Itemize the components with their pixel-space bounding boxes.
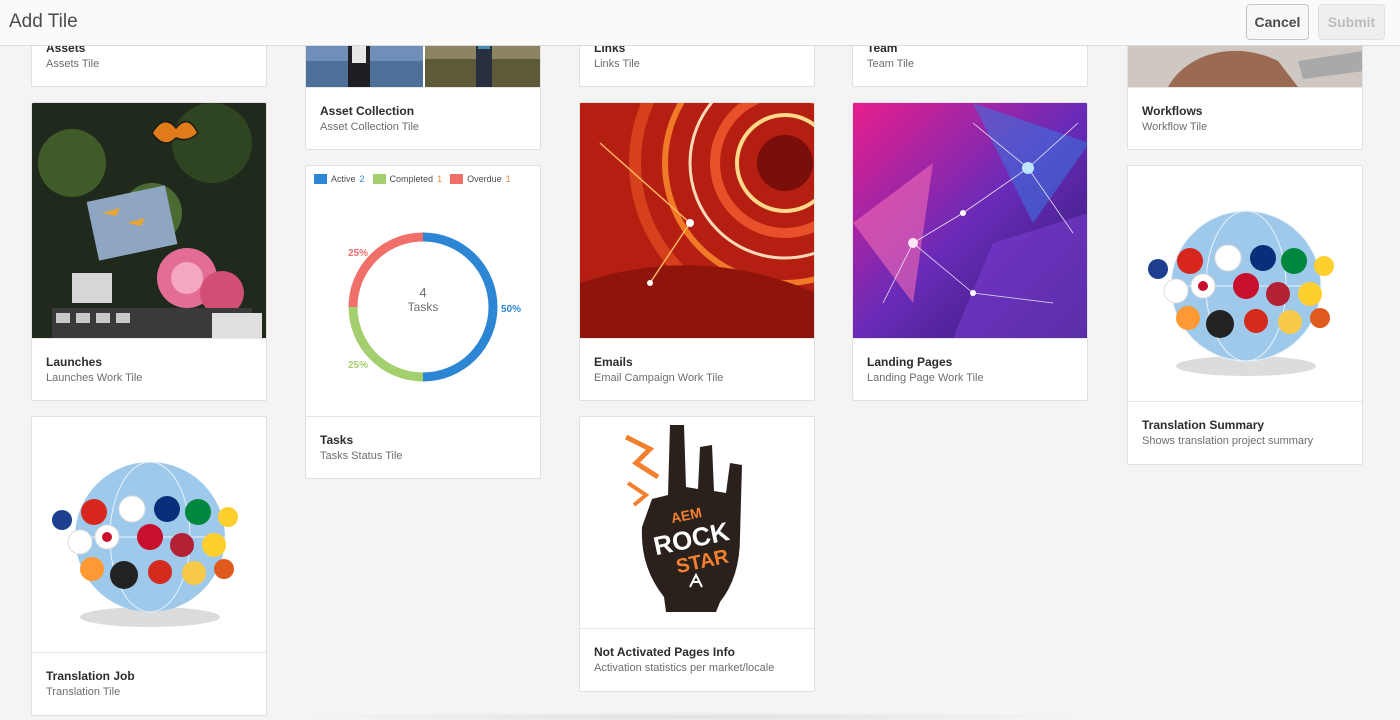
tile-subtitle: Landing Page Work Tile bbox=[867, 372, 984, 384]
launches-thumbnail bbox=[32, 103, 266, 338]
donut-center-value: 4 bbox=[419, 285, 426, 300]
tile-subtitle: Links Tile bbox=[594, 58, 640, 70]
tasks-donut-chart: 4 Tasks 50% 25% 25% bbox=[348, 232, 521, 382]
thumbnail-divider bbox=[580, 628, 814, 629]
tile-title: Landing Pages bbox=[867, 355, 953, 369]
tile-subtitle: Activation statistics per market/locale bbox=[594, 662, 775, 674]
tile-translation-summary[interactable]: Translation Summary Shows translation pr… bbox=[1127, 165, 1363, 465]
thumbnail-divider bbox=[306, 416, 540, 417]
thumbnail-divider bbox=[306, 87, 540, 88]
tile-title: Translation Job bbox=[46, 669, 135, 683]
rock-star-thumbnail: AEM ROCK STAR bbox=[580, 417, 814, 628]
tile-translation-job[interactable]: Translation Job Translation Tile bbox=[31, 416, 267, 716]
translation-summary-thumbnail bbox=[1128, 166, 1362, 401]
tile-title: Asset Collection bbox=[320, 104, 415, 118]
tile-subtitle: Translation Tile bbox=[46, 686, 121, 698]
tile-not-activated-pages[interactable]: AEM ROCK STAR Not Activated Pages Info A… bbox=[579, 416, 815, 692]
tile-title: Emails bbox=[594, 355, 633, 369]
thumbnail-divider bbox=[1128, 87, 1362, 88]
donut-label-overdue: 25% bbox=[348, 248, 368, 259]
dialog-title: Add Tile bbox=[9, 11, 78, 32]
thumbnail-divider bbox=[580, 338, 814, 339]
tile-subtitle: Email Campaign Work Tile bbox=[594, 372, 724, 384]
tile-subtitle: Asset Collection Tile bbox=[320, 121, 420, 133]
emails-thumbnail bbox=[580, 103, 814, 338]
tile-tasks[interactable]: Active 2 Completed 1 Overdue 1 4 Tasks 5… bbox=[305, 165, 541, 479]
tile-subtitle: Workflow Tile bbox=[1142, 121, 1208, 133]
translation-job-thumbnail bbox=[32, 417, 266, 652]
tile-asset-collection[interactable]: Asset Collection Asset Collection Tile bbox=[305, 30, 541, 150]
thumbnail-divider bbox=[1128, 401, 1362, 402]
tile-title: Workflows bbox=[1142, 104, 1203, 118]
donut-label-active: 50% bbox=[501, 304, 521, 315]
submit-button[interactable]: Submit bbox=[1318, 4, 1385, 40]
thumbnail-divider bbox=[32, 338, 266, 339]
tile-landing-pages[interactable]: Landing Pages Landing Page Work Tile bbox=[852, 102, 1088, 401]
tile-title: Launches bbox=[46, 355, 103, 369]
dialog-header: Add Tile Cancel Submit bbox=[0, 0, 1400, 46]
tile-title: Translation Summary bbox=[1142, 418, 1265, 432]
tile-subtitle: Assets Tile bbox=[46, 58, 100, 70]
cancel-button[interactable]: Cancel bbox=[1246, 4, 1309, 40]
tile-subtitle: Shows translation project summary bbox=[1142, 435, 1314, 447]
donut-center-label: Tasks bbox=[408, 300, 439, 314]
thumbnail-divider bbox=[853, 338, 1087, 339]
landing-pages-thumbnail bbox=[853, 103, 1087, 338]
tile-subtitle: Tasks Status Tile bbox=[320, 450, 403, 462]
tile-title: Tasks bbox=[320, 433, 354, 447]
tile-title: Not Activated Pages Info bbox=[594, 645, 735, 659]
thumbnail-divider bbox=[32, 652, 266, 653]
tile-subtitle: Launches Work Tile bbox=[46, 372, 143, 384]
tile-workflows[interactable]: Workflows Workflow Tile bbox=[1127, 30, 1363, 150]
donut-label-completed: 25% bbox=[348, 360, 368, 371]
tile-launches[interactable]: Launches Launches Work Tile bbox=[31, 102, 267, 401]
scroll-shadow bbox=[290, 712, 1090, 720]
tile-subtitle: Team Tile bbox=[867, 58, 915, 70]
tile-emails[interactable]: Emails Email Campaign Work Tile bbox=[579, 102, 815, 401]
